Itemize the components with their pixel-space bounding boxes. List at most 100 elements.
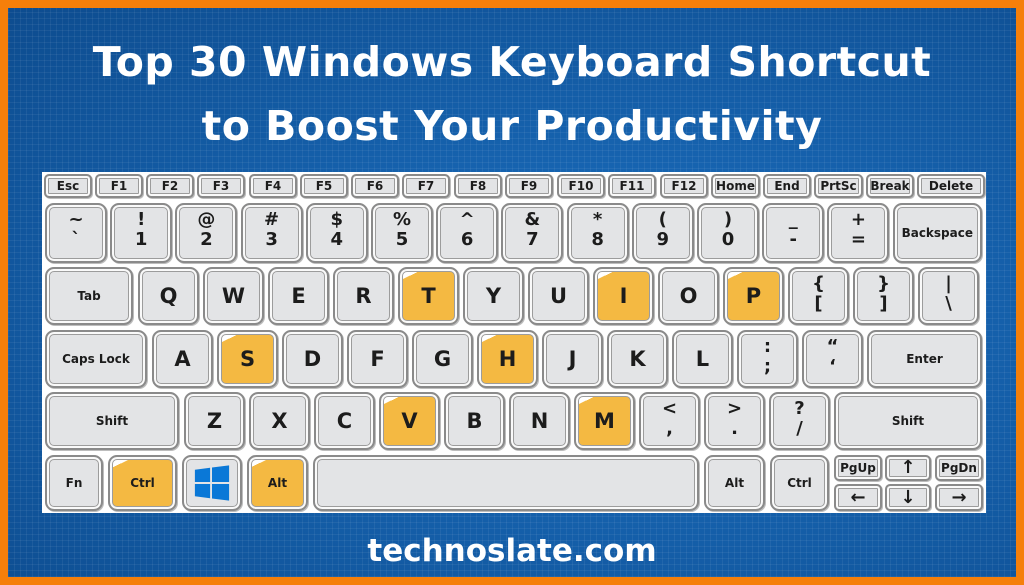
key-y[interactable]: Y (463, 267, 524, 325)
key-5[interactable]: % 5 (371, 203, 433, 263)
windows-logo-icon (194, 465, 230, 501)
key-space[interactable] (313, 455, 699, 511)
key-q[interactable]: Q (138, 267, 199, 325)
key-f8[interactable]: F8 (454, 174, 502, 198)
key-f11[interactable]: F11 (608, 174, 656, 198)
key-label: W (221, 284, 246, 308)
key-a[interactable]: A (152, 330, 213, 388)
key-ctrl-left[interactable]: Ctrl (108, 455, 177, 511)
key-w[interactable]: W (203, 267, 264, 325)
key-delete[interactable]: Delete (917, 174, 985, 198)
key-f2[interactable]: F2 (146, 174, 194, 198)
key-n[interactable]: N (509, 392, 570, 450)
key-f4[interactable]: F4 (249, 174, 297, 198)
key-esc[interactable]: Esc (44, 174, 92, 198)
key-fn[interactable]: Fn (45, 455, 103, 511)
key-6[interactable]: ^ 6 (436, 203, 499, 263)
key-4[interactable]: $4 (305, 203, 368, 263)
key-pgdn[interactable]: PgDn (935, 455, 983, 481)
key-enter[interactable]: Enter (867, 330, 982, 388)
key-e[interactable]: E (268, 267, 329, 325)
key-close-bracket[interactable]: }] (853, 267, 914, 325)
key-f10[interactable]: F10 (557, 174, 605, 198)
key-home[interactable]: Home (711, 174, 760, 198)
key-f3[interactable]: F3 (197, 174, 245, 198)
key-label: F7 (417, 179, 435, 193)
key-arrow-left[interactable]: ← (834, 484, 882, 511)
key-0[interactable]: ) 0 (697, 203, 759, 263)
key-open-bracket[interactable]: {[ (788, 267, 849, 325)
key-ctrl-right[interactable]: Ctrl (770, 455, 829, 511)
key-f9[interactable]: F9 (505, 174, 553, 198)
key-d[interactable]: D (282, 330, 343, 388)
key-label: PgDn (941, 461, 977, 475)
key-h[interactable]: H (477, 330, 538, 388)
key-backtick[interactable]: ~ ` (45, 203, 107, 263)
key-label: Shift (891, 414, 925, 428)
key-b[interactable]: B (444, 392, 505, 450)
key-pgup[interactable]: PgUp (834, 455, 882, 481)
key-f1[interactable]: F1 (95, 174, 143, 198)
key-backspace[interactable]: Backspace (892, 203, 982, 263)
key-arrow-down[interactable]: ↓ (885, 484, 931, 511)
key-semicolon[interactable]: :; (737, 330, 798, 388)
key-s[interactable]: S (217, 330, 278, 388)
key-backslash[interactable]: | \ (918, 267, 979, 325)
key-symbol[interactable]: + = (827, 203, 890, 263)
key-label: F (370, 347, 385, 371)
key-break[interactable]: Break (866, 174, 914, 198)
key-slash[interactable]: ? / (769, 392, 830, 450)
key-x[interactable]: X (249, 392, 310, 450)
key-comma[interactable]: <, (639, 392, 700, 450)
key-t[interactable]: T (398, 267, 459, 325)
key-l[interactable]: L (672, 330, 733, 388)
key-arrow-up[interactable]: ↑ (885, 455, 931, 481)
key-tab[interactable]: Tab (45, 267, 133, 325)
key-1[interactable]: ! 1 (110, 203, 173, 263)
key-r[interactable]: R (333, 267, 394, 325)
key-label: I (619, 284, 628, 308)
key-f12[interactable]: F12 (660, 174, 708, 198)
key-bottom-symbol: 3 (265, 229, 278, 250)
key-v[interactable]: V (379, 392, 440, 450)
key-o[interactable]: O (658, 267, 719, 325)
key-label: Backspace (901, 226, 973, 240)
key-alt-left[interactable]: Alt (247, 455, 308, 511)
key-i[interactable]: I (593, 267, 654, 325)
key-period[interactable]: >. (704, 392, 765, 450)
key-u[interactable]: U (528, 267, 589, 325)
key-quote[interactable]: “‘ (802, 330, 863, 388)
key-9[interactable]: (9 (631, 203, 694, 263)
key-2[interactable]: @2 (175, 203, 238, 263)
key-f5[interactable]: F5 (300, 174, 348, 198)
key-f[interactable]: F (347, 330, 408, 388)
key-top-symbol: “ (826, 336, 839, 357)
key-8[interactable]: * 8 (566, 203, 629, 263)
key-shift-right[interactable]: Shift (834, 392, 982, 450)
key-bottom-symbol: 2 (200, 229, 213, 250)
key-prtsc[interactable]: PrtSc (814, 174, 863, 198)
key-f6[interactable]: F6 (351, 174, 399, 198)
key-shift-left[interactable]: Shift (45, 392, 179, 450)
key-symbol[interactable]: _ - (762, 203, 825, 263)
key-label: L (695, 347, 710, 371)
key-end[interactable]: End (763, 174, 811, 198)
key-k[interactable]: K (607, 330, 668, 388)
key-label: F8 (469, 179, 487, 193)
key-3[interactable]: #3 (240, 203, 303, 263)
key-bottom-symbol: 0 (721, 229, 735, 250)
key-f7[interactable]: F7 (402, 174, 450, 198)
key-windows[interactable] (182, 455, 242, 511)
key-caps-lock[interactable]: Caps Lock (45, 330, 147, 388)
key-alt-right[interactable]: Alt (704, 455, 765, 511)
key-label: ↓ (900, 486, 916, 508)
key-g[interactable]: G (412, 330, 473, 388)
key-m[interactable]: M (574, 392, 635, 450)
key-z[interactable]: Z (184, 392, 245, 450)
key-c[interactable]: C (314, 392, 375, 450)
key-arrow-right[interactable]: → (935, 484, 983, 511)
key-top-symbol: _ (788, 209, 798, 230)
key-j[interactable]: J (542, 330, 603, 388)
key-7[interactable]: & 7 (501, 203, 564, 263)
key-p[interactable]: P (723, 267, 784, 325)
